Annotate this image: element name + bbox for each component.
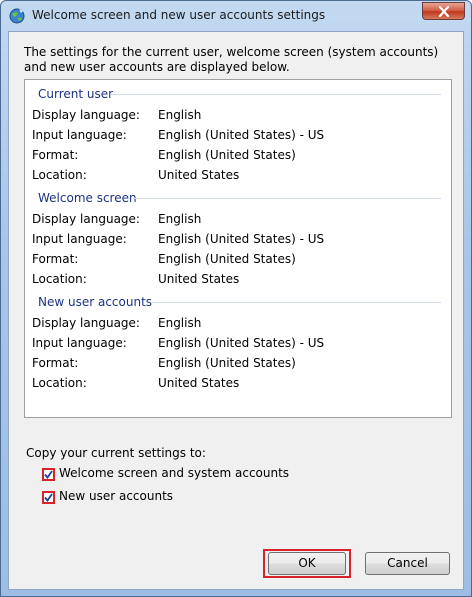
- settings-panel: Current user Display language: English I…: [24, 79, 452, 418]
- setting-value: English (United States) - US: [158, 232, 325, 246]
- setting-row: Input language: English (United States) …: [32, 128, 442, 148]
- setting-row: Format: English (United States): [32, 356, 442, 376]
- checkmark-icon: [44, 493, 53, 502]
- setting-label: Input language:: [32, 336, 127, 350]
- window-title: Welcome screen and new user accounts set…: [32, 8, 326, 22]
- setting-row: Display language: English: [32, 316, 442, 336]
- setting-label: Display language:: [32, 212, 140, 226]
- globe-icon: [9, 8, 25, 24]
- setting-value: United States: [158, 168, 240, 182]
- close-button[interactable]: [422, 2, 465, 20]
- section-divider: [153, 302, 441, 303]
- setting-value: English: [158, 316, 202, 330]
- setting-value: English (United States): [158, 148, 296, 162]
- setting-label: Display language:: [32, 108, 140, 122]
- cancel-button[interactable]: Cancel: [365, 552, 450, 575]
- setting-value: English (United States): [158, 252, 296, 266]
- dialog-content: The settings for the current user, welco…: [8, 31, 464, 590]
- setting-row: Input language: English (United States) …: [32, 336, 442, 356]
- new-user-accounts-checkbox[interactable]: [42, 491, 55, 504]
- setting-label: Location:: [32, 272, 87, 286]
- setting-label: Format:: [32, 356, 79, 370]
- setting-value: English (United States): [158, 356, 296, 370]
- dialog-window: Welcome screen and new user accounts set…: [0, 0, 472, 597]
- setting-value: English (United States) - US: [158, 336, 325, 350]
- section-divider: [111, 94, 441, 95]
- setting-label: Input language:: [32, 232, 127, 246]
- setting-label: Input language:: [32, 128, 127, 142]
- setting-value: English: [158, 108, 202, 122]
- checkmark-icon: [44, 470, 53, 479]
- setting-row: Location: United States: [32, 168, 442, 188]
- setting-row: Location: United States: [32, 376, 442, 396]
- setting-value: English (United States) - US: [158, 128, 325, 142]
- close-icon: [438, 5, 449, 18]
- setting-row: Input language: English (United States) …: [32, 232, 442, 252]
- setting-row: Display language: English: [32, 212, 442, 232]
- title-bar[interactable]: Welcome screen and new user accounts set…: [1, 1, 471, 31]
- setting-label: Location:: [32, 168, 87, 182]
- new-user-accounts-checkbox-label[interactable]: New user accounts: [59, 489, 173, 503]
- section-heading: New user accounts: [38, 295, 153, 309]
- setting-value: English: [158, 212, 202, 226]
- copy-settings-label: Copy your current settings to:: [26, 446, 206, 460]
- setting-label: Format:: [32, 148, 79, 162]
- setting-label: Location:: [32, 376, 87, 390]
- setting-label: Display language:: [32, 316, 140, 330]
- welcome-screen-checkbox-label[interactable]: Welcome screen and system accounts: [59, 466, 289, 480]
- section-divider: [133, 198, 441, 199]
- setting-value: United States: [158, 376, 240, 390]
- setting-row: Display language: English: [32, 108, 442, 128]
- setting-row: Format: English (United States): [32, 148, 442, 168]
- welcome-screen-checkbox[interactable]: [42, 468, 55, 481]
- ok-button[interactable]: OK: [268, 552, 346, 575]
- section-heading: Current user: [38, 87, 114, 101]
- section-heading: Welcome screen: [38, 191, 137, 205]
- setting-row: Format: English (United States): [32, 252, 442, 272]
- intro-text: The settings for the current user, welco…: [24, 45, 439, 74]
- setting-row: Location: United States: [32, 272, 442, 292]
- setting-label: Format:: [32, 252, 79, 266]
- setting-value: United States: [158, 272, 240, 286]
